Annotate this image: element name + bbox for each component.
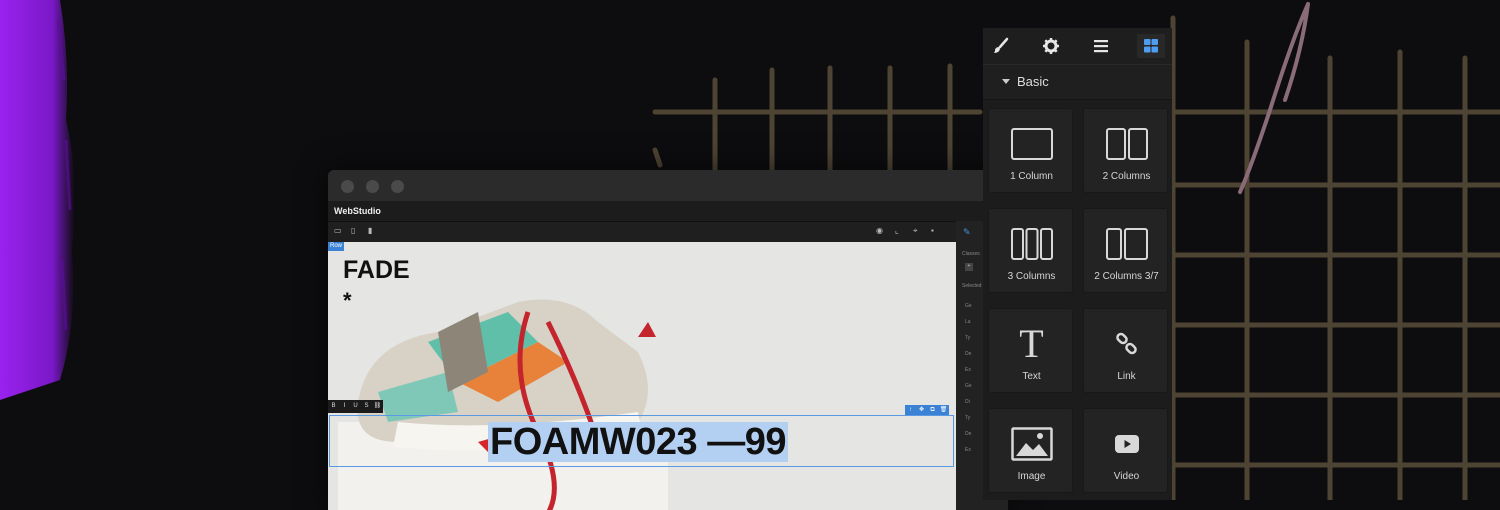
link-icon (1084, 323, 1169, 365)
sector-item[interactable]: Ex (965, 367, 971, 373)
text-icon: T (1019, 321, 1044, 366)
sector-item[interactable]: Ge (965, 303, 972, 309)
close-window-button[interactable] (341, 180, 354, 193)
fullscreen-icon[interactable]: ⌖ (913, 226, 918, 236)
block-video[interactable]: Video (1083, 408, 1168, 493)
maximize-window-button[interactable] (391, 180, 404, 193)
image-icon (989, 423, 1074, 465)
video-icon (1084, 423, 1169, 465)
brand-mark: * (343, 288, 352, 313)
product-title[interactable]: FOAMW023 —99 (488, 422, 788, 462)
selected-label: Selected (962, 283, 982, 289)
basic-section-header[interactable]: Basic (983, 64, 1172, 100)
block-label: Link (1117, 371, 1136, 382)
editor-toolbar: ▭ ▯ ▮ ◉ ⌞ ⌖ ▪ (328, 221, 1008, 242)
clone-button[interactable]: ⧉ (927, 405, 938, 415)
window-titlebar (328, 170, 1008, 201)
block-text[interactable]: T Text (988, 308, 1073, 393)
panel-tabs (983, 28, 1172, 64)
block-2-columns-37[interactable]: 2 Columns 3/7 (1083, 208, 1168, 293)
sneaker-image (338, 299, 668, 510)
code-icon[interactable]: ⌞ (895, 226, 899, 236)
block-label: 3 Columns (1007, 271, 1056, 282)
tab-layer-manager[interactable] (1087, 34, 1115, 58)
sector-item[interactable]: La (965, 319, 971, 325)
block-image[interactable]: Image (988, 408, 1073, 493)
blocks-panel: Basic 1 Column 2 Columns 3 Columns 2 Col… (983, 28, 1172, 500)
block-label: 2 Columns 3/7 (1094, 271, 1159, 282)
one-column-icon (989, 123, 1074, 165)
three-columns-icon (989, 223, 1074, 265)
trash-icon[interactable]: ▪ (931, 226, 934, 236)
editor-window: WebStudio ▭ ▯ ▮ ◉ ⌞ ⌖ ▪ Row FADE * B I U… (328, 170, 1008, 510)
sector-item[interactable]: De (965, 351, 971, 357)
pink-pen-stroke (1238, 2, 1310, 194)
paint-brush-icon (994, 37, 1009, 53)
block-2-columns[interactable]: 2 Columns (1083, 108, 1168, 193)
style-brush-icon[interactable]: ✎ (963, 227, 971, 238)
classes-label: Classes (962, 251, 980, 257)
desktop-view-icon[interactable]: ▭ (334, 226, 342, 236)
block-1-column[interactable]: 1 Column (988, 108, 1073, 193)
block-label: Text (1022, 371, 1041, 382)
block-3-columns[interactable]: 3 Columns (988, 208, 1073, 293)
row-tag: Row (328, 242, 345, 251)
bold-button[interactable]: B (328, 400, 339, 413)
layers-icon (1094, 40, 1108, 53)
delete-button[interactable]: 🗑 (938, 405, 949, 415)
gear-icon (1043, 38, 1059, 54)
caret-down-icon (1002, 79, 1010, 84)
sector-item[interactable]: Ty (965, 335, 970, 341)
sector-item[interactable]: Ge (965, 383, 972, 389)
tablet-view-icon[interactable]: ▯ (351, 226, 355, 236)
link-button[interactable]: ⛓ (372, 400, 383, 413)
purple-brush-stroke (0, 0, 75, 400)
block-label: Image (1017, 471, 1046, 482)
underline-button[interactable]: U (350, 400, 361, 413)
add-class-button[interactable]: + (965, 263, 973, 271)
tab-style-manager[interactable] (987, 34, 1015, 58)
app-title: WebStudio (328, 201, 1008, 221)
preview-eye-icon[interactable]: ◉ (876, 226, 883, 236)
blocks-icon (1144, 39, 1158, 53)
strikethrough-button[interactable]: S (361, 400, 372, 413)
move-button[interactable]: ✥ (916, 405, 927, 415)
tab-blocks[interactable] (1137, 34, 1165, 58)
block-label: Video (1113, 471, 1140, 482)
section-title: Basic (1017, 74, 1049, 89)
sector-item[interactable]: Ty (965, 415, 970, 421)
sector-item[interactable]: Ex (965, 447, 971, 453)
block-label: 1 Column (1010, 171, 1053, 182)
italic-button[interactable]: I (339, 400, 350, 413)
two-columns-37-icon (1084, 223, 1169, 265)
brand-logo-text[interactable]: FADE (343, 256, 410, 285)
selection-toolbar: ↑ ✥ ⧉ 🗑 (905, 405, 949, 415)
select-parent-button[interactable]: ↑ (905, 405, 916, 415)
sector-item[interactable]: Di (965, 399, 970, 405)
tab-settings[interactable] (1037, 34, 1065, 58)
page-canvas[interactable]: Row FADE * B I U S ⛓ ↑ ✥ ⧉ 🗑 FOAMW023 —9… (328, 242, 956, 510)
rich-text-toolbar: B I U S ⛓ (328, 400, 383, 413)
block-link[interactable]: Link (1083, 308, 1168, 393)
sector-item[interactable]: De (965, 431, 971, 437)
two-columns-icon (1084, 123, 1169, 165)
block-label: 2 Columns (1102, 171, 1151, 182)
minimize-window-button[interactable] (366, 180, 379, 193)
mobile-view-icon[interactable]: ▮ (368, 226, 372, 236)
